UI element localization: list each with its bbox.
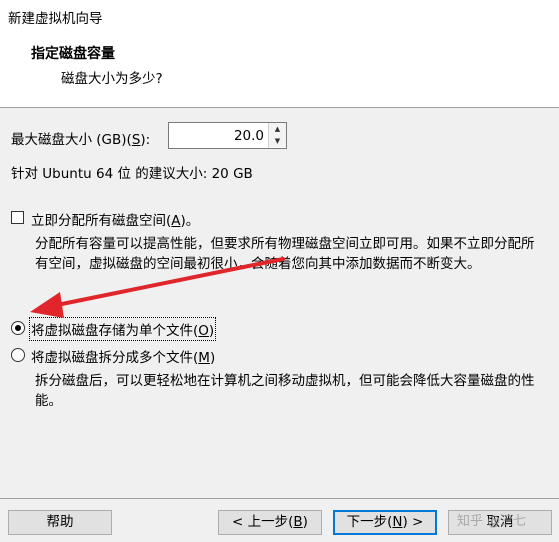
page-subtitle: 磁盘大小为多少?: [61, 71, 163, 87]
multi-file-radio[interactable]: [11, 348, 25, 362]
watermark-text: 知乎 @三七: [457, 514, 527, 529]
max-size-label: 最大磁盘大小 (GB)(S):: [11, 132, 151, 148]
multi-file-description: 拆分磁盘后，可以更轻松地在计算机之间移动虚拟机，但可能会降低大容量磁盘的性能。: [35, 373, 535, 409]
help-button[interactable]: 帮助: [8, 510, 112, 535]
spin-down-icon[interactable]: ▼: [269, 135, 286, 147]
single-file-label[interactable]: 将虚拟磁盘存储为单个文件(O): [28, 317, 217, 341]
back-button[interactable]: < 上一步(B): [218, 510, 322, 535]
allocate-description: 分配所有容量可以提高性能，但要求所有物理磁盘空间立即可用。如果不立即分配所有空间…: [35, 236, 535, 272]
allocate-now-label[interactable]: 立即分配所有磁盘空间(A)。: [31, 209, 199, 229]
title-bar: 新建虚拟机向导: [0, 0, 559, 33]
spinner-arrows: ▲ ▼: [268, 123, 286, 148]
footer-separator: [0, 498, 559, 499]
single-file-radio[interactable]: [11, 321, 25, 335]
page-title: 指定磁盘容量: [31, 46, 115, 62]
disk-size-spinner[interactable]: ▲ ▼: [168, 122, 287, 149]
next-button[interactable]: 下一步(N) >: [333, 510, 437, 535]
multi-file-label[interactable]: 将虚拟磁盘拆分成多个文件(M): [31, 346, 215, 366]
radio-selected-dot: [15, 325, 21, 331]
window-title: 新建虚拟机向导: [8, 11, 103, 27]
disk-size-input[interactable]: [170, 124, 268, 147]
allocate-now-checkbox[interactable]: [11, 211, 24, 224]
recommended-size-text: 针对 Ubuntu 64 位 的建议大小: 20 GB: [11, 166, 253, 182]
wizard-header: 指定磁盘容量 磁盘大小为多少?: [0, 32, 559, 108]
